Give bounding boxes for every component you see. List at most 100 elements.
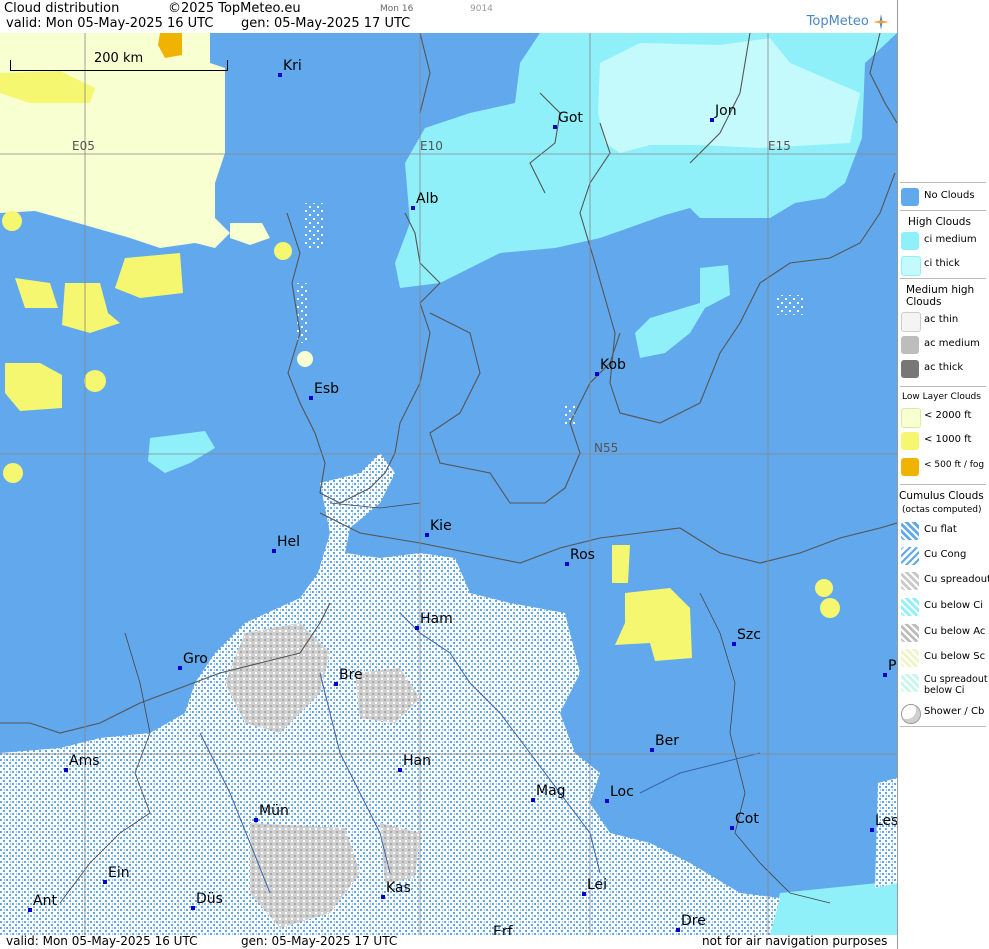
ci-thick-swatch: [901, 256, 921, 276]
legend-separator: [900, 726, 986, 727]
legend-ac-thin: ac thin: [900, 310, 988, 332]
city-marker[interactable]: [28, 908, 32, 912]
city-marker[interactable]: [595, 372, 599, 376]
legend-label: ac medium: [924, 338, 980, 349]
city-marker[interactable]: [582, 892, 586, 896]
city-label: Kie: [430, 518, 452, 534]
run-label: Mon 16: [380, 4, 414, 14]
city-marker[interactable]: [278, 73, 282, 77]
city-label: Dre: [681, 913, 706, 929]
legend-low-2000: < 2000 ft: [900, 406, 988, 428]
city-marker[interactable]: [254, 818, 258, 822]
copyright: ©2025 TopMeteo.eu: [168, 1, 301, 16]
city-marker[interactable]: [732, 642, 736, 646]
footer-valid: valid: Mon 05-May-2025 16 UTC: [6, 934, 198, 948]
no-clouds-swatch: [901, 188, 919, 206]
legend-label: Shower / Cb: [924, 706, 985, 717]
city-label: Lei: [587, 877, 608, 893]
city-marker[interactable]: [334, 682, 338, 686]
grid-label-e05: E05: [72, 139, 95, 153]
logo-text: TopMeteo: [806, 14, 869, 29]
ci-medium-swatch: [901, 232, 919, 250]
city-marker[interactable]: [650, 748, 654, 752]
legend-label: Cu flat: [924, 524, 957, 535]
city-marker[interactable]: [676, 928, 680, 932]
legend-cu-flat: Cu flat: [900, 520, 988, 542]
city-marker[interactable]: [425, 533, 429, 537]
low-500-swatch: [901, 458, 919, 476]
cu-below-ac-swatch: [901, 624, 919, 642]
city-label: Ein: [108, 865, 130, 881]
legend-label: No Clouds: [924, 190, 975, 201]
legend-separator: [900, 182, 986, 183]
city-marker[interactable]: [883, 673, 887, 677]
city-label: Düs: [196, 891, 223, 907]
city-marker[interactable]: [531, 798, 535, 802]
scale-bar-label: 200 km: [92, 51, 146, 66]
city-label: Les: [875, 813, 897, 829]
shower-cb-swatch: [901, 704, 921, 724]
generated-time: gen: 05-May-2025 17 UTC: [241, 16, 411, 31]
legend-heading-low: Low Layer Clouds: [902, 392, 981, 402]
legend-low-1000: < 1000 ft: [900, 430, 988, 452]
legend-label: Cu spreadout below Ci: [924, 674, 988, 696]
city-label: Jon: [715, 103, 737, 119]
legend-cu-spreadout-below-ci: Cu spreadout below Ci: [900, 672, 988, 698]
legend-heading-medium: Medium high Clouds: [906, 284, 975, 308]
city-marker[interactable]: [272, 549, 276, 553]
cu-flat-swatch: [901, 522, 919, 540]
ac-thick-swatch: [901, 360, 919, 378]
city-label: Mag: [536, 783, 566, 799]
legend-separator: [900, 210, 986, 211]
city-marker[interactable]: [605, 799, 609, 803]
legend-label: Cu below Ac: [924, 626, 986, 637]
city-marker[interactable]: [398, 768, 402, 772]
legend-cu-below-ac: Cu below Ac: [900, 622, 988, 644]
city-marker[interactable]: [178, 666, 182, 670]
cu-cong-swatch: [901, 547, 919, 565]
cu-spreadout-below-ci-swatch: [901, 674, 919, 692]
legend-heading-high: High Clouds: [908, 216, 971, 228]
city-label: Cot: [735, 811, 759, 827]
city-label: Ber: [655, 733, 679, 749]
city-label: Erf: [493, 924, 513, 935]
legend-cu-below-sc: Cu below Sc: [900, 647, 988, 669]
legend-cu-below-ci: Cu below Ci: [900, 596, 988, 618]
legend-ci-medium: ci medium: [900, 230, 988, 252]
city-label: Ros: [570, 547, 595, 563]
legend-cu-spreadout: Cu spreadout: [900, 570, 989, 592]
legend-label: Cu Cong: [924, 549, 967, 560]
legend-heading-cumulus: Cumulus Clouds: [899, 490, 984, 502]
city-marker[interactable]: [191, 906, 195, 910]
city-label: Ham: [420, 611, 453, 627]
cloud-map[interactable]: Kri Got Jon Alb Kob Esb Kie Hel Ros Ham Szc Gro Bre B…: [0, 33, 897, 935]
city-marker[interactable]: [415, 626, 419, 630]
city-marker[interactable]: [411, 206, 415, 210]
low-2000-swatch: [901, 408, 921, 428]
city-label: Hel: [277, 534, 301, 550]
city-marker[interactable]: [64, 768, 68, 772]
city-label: Ant: [33, 893, 57, 909]
city-marker[interactable]: [710, 118, 714, 122]
grid-label-n55: N55: [594, 441, 619, 455]
city-marker[interactable]: [309, 396, 313, 400]
city-marker[interactable]: [565, 562, 569, 566]
legend-low-500: < 500 ft / fog: [900, 456, 988, 478]
city-label: Got: [558, 110, 583, 126]
low-1000-swatch: [901, 432, 919, 450]
legend-no-clouds: No Clouds: [900, 186, 988, 208]
legend-ac-medium: ac medium: [900, 334, 988, 356]
city-label: Kob: [600, 357, 626, 373]
city-marker[interactable]: [870, 828, 874, 832]
legend-cu-cong: Cu Cong: [900, 545, 988, 567]
cu-spreadout-swatch: [901, 572, 919, 590]
city-label: Esb: [314, 381, 340, 397]
city-marker[interactable]: [381, 895, 385, 899]
legend-label: ac thin: [924, 314, 959, 325]
city-marker[interactable]: [103, 880, 107, 884]
map-title: Cloud distribution: [4, 1, 120, 16]
city-marker[interactable]: [553, 125, 557, 129]
city-marker[interactable]: [730, 826, 734, 830]
city-label: P: [888, 658, 897, 674]
legend-label: < 500 ft / fog: [924, 460, 985, 470]
